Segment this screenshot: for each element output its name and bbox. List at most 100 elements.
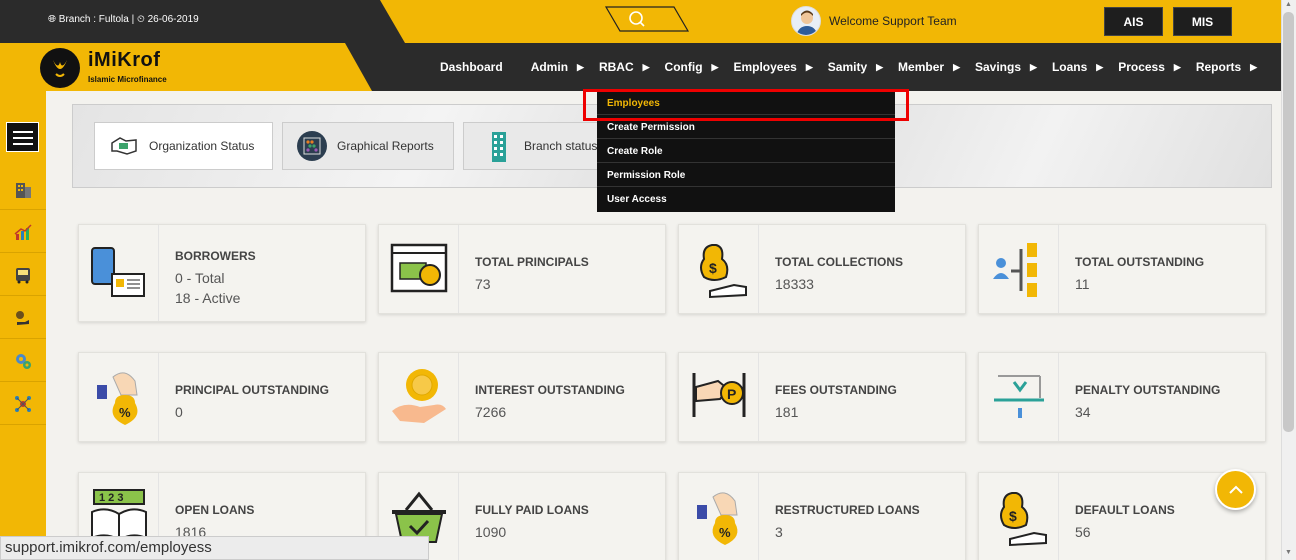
chevron-right-icon: ▶ [577, 61, 584, 72]
scrollbar-thumb[interactable] [1283, 12, 1294, 432]
money-hand-icon[interactable] [0, 297, 46, 339]
nav-config[interactable]: Config ▶ [665, 60, 719, 74]
card-value: 11 [1075, 276, 1090, 292]
menu-line [13, 137, 33, 139]
branch-label: Branch : Fultola | [58, 14, 135, 25]
coin-hand-icon [379, 353, 459, 441]
nav-savings[interactable]: Savings ▶ [975, 60, 1037, 74]
card-total-collections[interactable]: $ TOTAL COLLECTIONS 18333 [678, 224, 966, 314]
menu-line [13, 131, 33, 133]
nav-admin[interactable]: Admin ▶ [531, 60, 584, 74]
svg-text:$: $ [1009, 508, 1017, 524]
nav-menu: Dashboard Admin ▶ RBAC ▶ Config ▶ Employees… [440, 43, 1272, 91]
menu-item-user-access[interactable]: User Access [597, 187, 895, 211]
menu-item-create-role[interactable]: Create Role [597, 139, 895, 163]
chevron-right-icon: ▶ [1096, 61, 1104, 72]
card-value: 3 [775, 524, 783, 540]
chevron-right-icon: ▶ [711, 61, 719, 72]
office-building-icon [484, 131, 514, 162]
card-value: 0 [175, 404, 183, 420]
card-title: PENALTY OUTSTANDING [1075, 383, 1221, 397]
highlight-box [583, 89, 909, 121]
card-fees-outstanding[interactable]: P FEES OUTSTANDING 181 [678, 352, 966, 442]
svg-text:1 2 3: 1 2 3 [99, 492, 123, 504]
nav-label: RBAC [598, 60, 634, 74]
card-value: 34 [1075, 404, 1091, 420]
card-borrowers[interactable]: BORROWERS 0 - Total 18 - Active [78, 224, 366, 322]
money-timer-icon [379, 225, 459, 313]
card-title: TOTAL PRINCIPALS [475, 255, 589, 269]
card-restructured-loans[interactable]: % RESTRUCTURED LOANS 3 [678, 472, 966, 560]
svg-text:%: % [719, 525, 731, 540]
nav-reports[interactable]: Reports ▶ [1196, 60, 1257, 74]
card-title: PRINCIPAL OUTSTANDING [175, 383, 330, 397]
card-penalty-outstanding[interactable]: PENALTY OUTSTANDING 34 [978, 352, 1266, 442]
search-button[interactable] [604, 6, 690, 32]
branch-info: 🌐︎ Branch : Fultola | ⏲ 26-06-2019 [48, 14, 199, 25]
card-principal-outstanding[interactable]: % PRINCIPAL OUTSTANDING 0 [78, 352, 366, 442]
bus-icon[interactable] [0, 254, 46, 296]
nav-label: Dashboard [440, 60, 503, 74]
gears-icon[interactable] [0, 340, 46, 382]
brand-subtitle: Islamic Microfinance [88, 75, 167, 84]
card-total-outstanding[interactable]: TOTAL OUTSTANDING 11 [978, 224, 1266, 314]
nav-label: Employees [733, 60, 797, 74]
card-title: TOTAL OUTSTANDING [1075, 255, 1205, 269]
building-icon[interactable] [0, 168, 46, 210]
chevron-right-icon: ▶ [1250, 61, 1258, 72]
tab-label: Organization Status [149, 139, 255, 153]
brand-name[interactable]: iMiKrof [88, 49, 160, 72]
card-total-principals[interactable]: TOTAL PRINCIPALS 73 [378, 224, 666, 314]
chevron-right-icon: ▶ [953, 61, 960, 72]
card-value: 0 - Total [175, 270, 225, 286]
handshake-icon [109, 131, 139, 161]
id-card-phone-icon [79, 225, 159, 321]
hierarchy-icon [979, 225, 1059, 313]
scroll-up-icon[interactable]: ▲ [1283, 1, 1294, 11]
card-title: BORROWERS [175, 249, 256, 263]
nav-label: Savings [974, 60, 1022, 74]
tab-label: Graphical Reports [337, 139, 434, 153]
menu-item-permission-role[interactable]: Permission Role [597, 163, 895, 187]
card-title: FEES OUTSTANDING [775, 383, 897, 397]
card-value: 18 - Active [175, 290, 241, 306]
penalty-frame-icon [979, 353, 1059, 441]
percent-bag-icon: % [79, 353, 159, 441]
hand-coin-p-icon: P [679, 353, 759, 441]
date-label: 26-06-2019 [147, 14, 199, 25]
network-icon[interactable] [0, 383, 46, 425]
svg-text:%: % [119, 405, 131, 420]
menu-toggle-button[interactable] [6, 122, 39, 152]
nav-loans[interactable]: Loans ▶ [1052, 60, 1103, 74]
ais-button[interactable]: AIS [1104, 7, 1163, 36]
card-title: OPEN LOANS [175, 503, 255, 517]
logo-icon[interactable] [40, 48, 80, 88]
tab-branch-status[interactable]: Branch status [463, 122, 603, 170]
mis-button[interactable]: MIS [1173, 7, 1232, 36]
scroll-down-icon[interactable]: ▼ [1283, 549, 1294, 559]
nav-label: Reports [1195, 60, 1242, 74]
chevron-right-icon: ▶ [642, 61, 650, 72]
card-value: 7266 [475, 404, 507, 420]
nav-process[interactable]: Process ▶ [1118, 60, 1181, 74]
nav-samity[interactable]: Samity ▶ [828, 60, 883, 74]
clock-icon: ⏲ [136, 14, 145, 25]
avatar[interactable] [791, 6, 821, 36]
card-title: RESTRUCTURED LOANS [775, 503, 920, 517]
welcome-text: Welcome Support Team [829, 14, 957, 28]
card-value: 18333 [775, 276, 814, 292]
tab-graphical-reports[interactable]: Graphical Reports [282, 122, 454, 170]
card-interest-outstanding[interactable]: INTEREST OUTSTANDING 7266 [378, 352, 666, 442]
nav-member[interactable]: Member ▶ [898, 60, 960, 74]
tab-organization-status[interactable]: Organization Status [94, 122, 273, 170]
growth-chart-icon[interactable] [0, 211, 46, 253]
chevron-right-icon: ▶ [876, 61, 884, 72]
user-welcome[interactable]: Welcome Support Team [791, 6, 957, 36]
nav-employees[interactable]: Employees ▶ [733, 60, 812, 74]
nav-dashboard[interactable]: Dashboard [440, 60, 503, 74]
percent-bag-icon: % [679, 473, 759, 560]
card-value: 73 [475, 276, 491, 292]
nav-rbac[interactable]: RBAC ▶ [599, 60, 650, 74]
scroll-to-top-button[interactable] [1215, 469, 1256, 510]
chevron-right-icon: ▶ [1030, 61, 1037, 72]
